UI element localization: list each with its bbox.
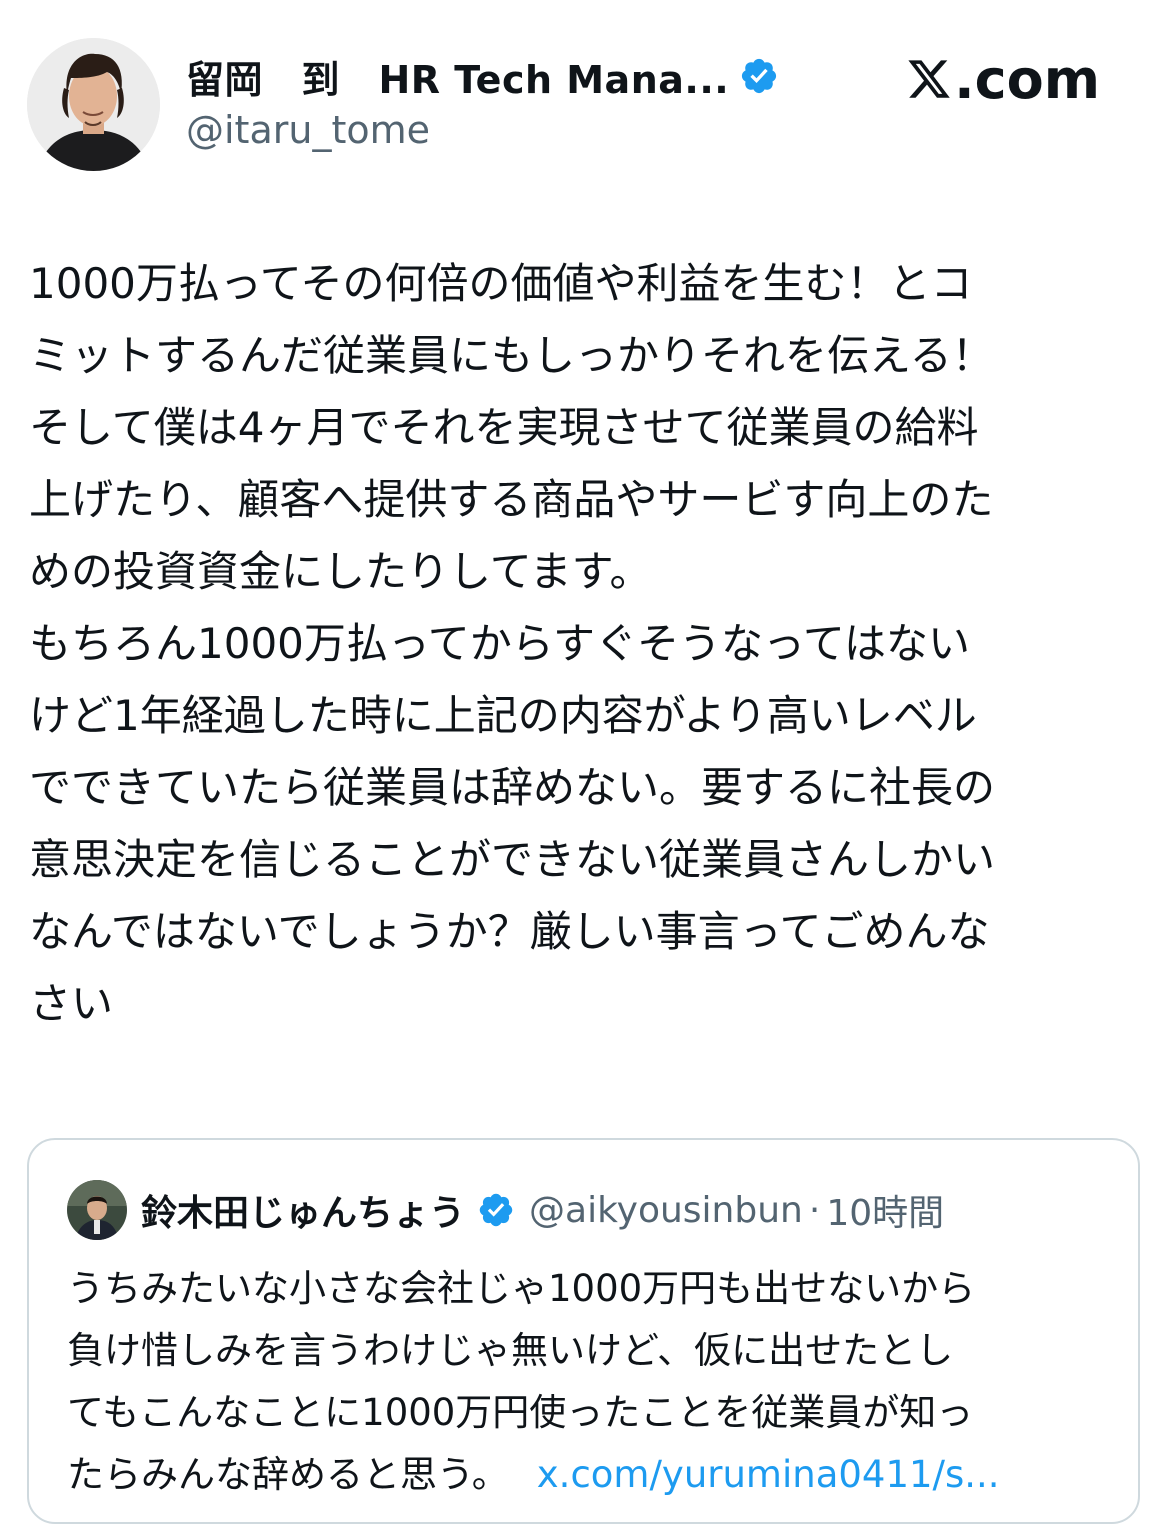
author-handle[interactable]: @itaru_tome [186, 108, 430, 152]
tweet-line: 1000万払ってその何倍の価値や利益を生む！とコ [29, 259, 973, 308]
profile-avatar-image [27, 38, 160, 171]
quoted-tweet-text: うちみたいな小さな会社じゃ1000万円も出せないから 負け惜しみを言うわけじゃ無… [67, 1258, 1117, 1506]
quoted-tweet-header: 鈴木田じゅんちょう @aikyousinbun · 10時間 [141, 1182, 944, 1238]
quoted-tweet-card[interactable]: 鈴木田じゅんちょう @aikyousinbun · 10時間 うちみたいな小さな… [27, 1138, 1140, 1524]
tweet-line: けど1年経過した時に上記の内容がより高いレベル [29, 691, 977, 740]
x-brand: .com [906, 47, 1100, 111]
author-display-name[interactable]: 留岡 到 HR Tech Mana... [186, 49, 729, 104]
tweet-text: 1000万払ってその何倍の価値や利益を生む！とコ ミットするんだ従業員にもしっか… [29, 248, 1139, 1040]
x-logo-icon [908, 60, 950, 98]
quoted-line: てもこんなことに1000万円使ったことを従業員が知っ [67, 1391, 974, 1434]
verified-badge-icon [742, 58, 777, 94]
quoted-handle[interactable]: @aikyousinbun [529, 1190, 803, 1231]
tweet-screenshot: 留岡 到 HR Tech Mana... @itaru_tome .com 10… [0, 0, 1170, 1527]
tweet-line: さい [29, 979, 114, 1028]
quoted-display-name[interactable]: 鈴木田じゅんちょう [141, 1184, 465, 1236]
tweet-line: 上げたり、顧客へ提供する商品やサービす向上のた [29, 475, 994, 524]
author-name-row[interactable]: 留岡 到 HR Tech Mana... [186, 50, 779, 102]
tweet-line: めの投資資金にしたりしてます。 [29, 547, 652, 596]
quoted-line: 負け惜しみを言うわけじゃ無いけど、仮に出せたとし [67, 1329, 954, 1372]
verified-badge-icon [479, 1193, 513, 1227]
quoted-line: たらみんな辞めると思う。 [67, 1453, 509, 1496]
tweet-line: なんではないでしょうか？厳しい事言ってごめんな [29, 907, 990, 956]
quoted-line: うちみたいな小さな会社じゃ1000万円も出せないから [67, 1267, 976, 1310]
separator-dot: · [808, 1189, 821, 1231]
quoted-avatar-image [67, 1180, 127, 1240]
quoted-author-avatar[interactable] [67, 1180, 127, 1240]
quoted-line-last: たらみんな辞めると思う。 x.com/yurumina0411/s... [67, 1444, 1117, 1506]
tweet-line: ミットするんだ従業員にもしっかりそれを伝える！ [29, 331, 994, 380]
author-avatar[interactable] [27, 38, 160, 171]
quoted-tweet-link[interactable]: x.com/yurumina0411/s... [537, 1453, 1000, 1496]
tweet-line: でできていたら従業員は辞めない。要するに社長の [29, 763, 996, 812]
tweet-line: 意思決定を信じることができない従業員さんしかい [29, 835, 996, 884]
tweet-line: もちろん1000万払ってからすぐそうなってはない [29, 619, 971, 668]
quoted-timestamp[interactable]: 10時間 [826, 1184, 944, 1236]
tweet-line: そして僕は4ヶ月でそれを実現させて従業員の給料 [29, 403, 979, 452]
brand-suffix: .com [954, 47, 1100, 111]
